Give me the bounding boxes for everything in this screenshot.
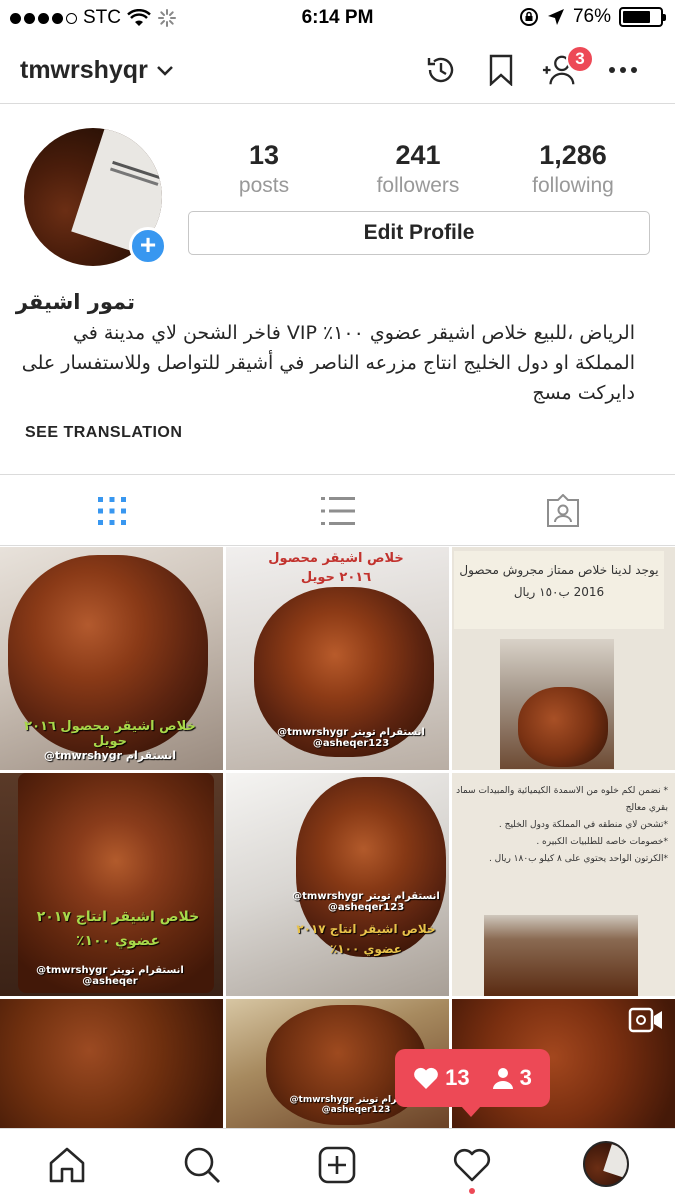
post-thumbnail[interactable]	[0, 999, 223, 1128]
status-bar: STC 6:14 PM 76%	[0, 0, 675, 36]
post-watermark: @tmwrshygr انستقرام تويتر @asheqer	[36, 965, 184, 987]
battery-icon	[619, 7, 666, 27]
bio-text: الرياض ،للبيع خلاص اشيقر عضوي ١٠٠٪ VIP ف…	[21, 322, 635, 404]
home-icon[interactable]	[47, 1145, 87, 1185]
post-caption-overlay: خلاص اشيقر انتاج ٢٠١٧ عضوي ١٠٠٪	[296, 922, 436, 956]
add-story-icon[interactable]: +	[129, 227, 167, 265]
post-thumbnail[interactable]: خلاص اشيقر محصول ٢٠١٦ حويل @tmwrshygr ان…	[226, 547, 449, 770]
more-icon[interactable]	[605, 52, 641, 88]
activity-indicator-dot	[469, 1188, 475, 1194]
follows-count: 3	[519, 1065, 532, 1090]
bookmark-icon[interactable]	[483, 52, 519, 88]
post-caption-overlay: يوجد لدينا خلاص ممتاز مجروش محصول 2016 ب…	[459, 563, 659, 599]
list-view-icon[interactable]	[320, 493, 356, 529]
notification-badge: 3	[566, 45, 594, 73]
profile-tabs	[0, 474, 675, 546]
post-thumbnail[interactable]: يوجد لدينا خلاص ممتاز مجروش محصول 2016 ب…	[452, 547, 675, 770]
followers-count[interactable]: 241 followers	[358, 140, 478, 198]
bottom-nav	[0, 1128, 675, 1200]
following-count[interactable]: 1,286 following	[513, 140, 633, 198]
grid-view-icon[interactable]	[94, 493, 130, 529]
chevron-down-icon	[156, 65, 173, 76]
post-caption-overlay: خلاص اشيقر انتاج ٢٠١٧ عضوي ١٠٠٪	[36, 909, 200, 949]
status-right: 76%	[519, 6, 666, 28]
posts-count[interactable]: 13 posts	[204, 140, 324, 198]
likes-count: 13	[445, 1065, 470, 1090]
post-watermark: @tmwrshygr انستقرام تويتر @asheqer123	[277, 727, 425, 749]
profile-tab-avatar[interactable]	[583, 1141, 629, 1187]
post-watermark: @tmwrshygr انستقرام تويتر @asheqer123	[292, 891, 440, 913]
activity-heart-icon[interactable]	[452, 1145, 492, 1185]
rotation-lock-icon	[519, 8, 538, 26]
post-watermark: @tmwrshygr انستقرام	[43, 749, 177, 762]
post-info-text: * نضمن لكم خلوه من الاسمدة الكيميائية وا…	[456, 786, 668, 864]
see-translation-link[interactable]: SEE TRANSLATION	[25, 424, 182, 442]
post-thumbnail[interactable]: خلاص اشيقر انتاج ٢٠١٧ عضوي ١٠٠٪ @tmwrshy…	[0, 773, 223, 996]
post-caption-overlay: خلاص اشيقر محصول ٢٠١٦ حويل	[268, 551, 404, 585]
video-icon	[628, 1007, 662, 1033]
account-switcher[interactable]: tmwrshyqr	[20, 56, 174, 85]
post-thumbnail[interactable]: خلاص اشيقر انتاج ٢٠١٧ عضوي ١٠٠٪ @tmwrshy…	[226, 773, 449, 996]
tagged-icon[interactable]	[545, 493, 581, 529]
activity-tooltip[interactable]: 13 3	[395, 1049, 550, 1117]
edit-profile-button[interactable]: Edit Profile	[188, 211, 650, 255]
display-name: تمور اشيقر	[15, 290, 135, 314]
battery-percent: 76%	[572, 6, 611, 27]
post-thumbnail[interactable]: خلاص اشيقر محصول ٢٠١٦ حويل @tmwrshygr ان…	[0, 547, 223, 770]
heart-icon	[414, 1067, 438, 1089]
activity-archive-icon[interactable]	[423, 52, 459, 88]
post-thumbnail[interactable]: * نضمن لكم خلوه من الاسمدة الكيميائية وا…	[452, 773, 675, 996]
new-post-icon[interactable]	[317, 1145, 357, 1185]
post-caption-overlay: خلاص اشيقر محصول ٢٠١٦ حويل	[24, 719, 196, 749]
person-icon	[492, 1068, 513, 1089]
location-arrow-icon	[547, 9, 564, 25]
username-label: tmwrshyqr	[20, 56, 148, 84]
search-icon[interactable]	[182, 1145, 222, 1185]
